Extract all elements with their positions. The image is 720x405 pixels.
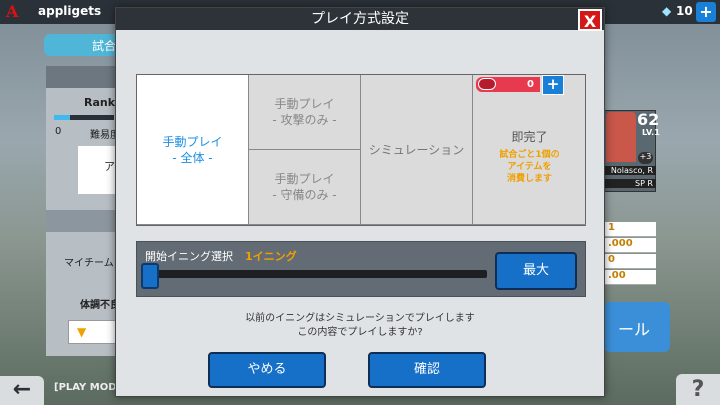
mode-quick-complete[interactable]: 即完了 試合ごと1個の アイテムを 消費します [473,75,586,225]
inning-slider-handle[interactable] [141,263,159,289]
mode-label: 即完了 [511,129,548,144]
play-mode-dialog: プレイ方式設定 X 手動プレイ - 全体 - 手動プレイ - 攻撃のみ - 手動… [115,7,605,397]
close-button[interactable]: X [578,9,602,31]
username: appligets [38,4,102,18]
bg-stat-row: .000 [604,238,656,253]
player-card-name: Nolasco, R [604,166,656,175]
quick-note-1: 試合ごと1個の [499,149,560,160]
inning-selector: 開始イニング選択 1イニング 最大 [136,241,586,297]
diamond-icon: ◆ [662,4,672,18]
inning-value: 1イニング [245,250,297,263]
gem-count: 10 [676,4,693,18]
dropdown-arrow-icon: ▼ [77,325,87,339]
confirm-message: 以前のイニングはシミュレーションでプレイします この内容でプレイしますか? [116,312,604,340]
quick-note-2: アイテムを [507,161,552,172]
bg-whitebox-text: ア [104,160,115,173]
inning-slider-track[interactable] [145,270,487,278]
confirm-button[interactable]: 確認 [368,352,486,388]
bg-stat-row: .00 [604,270,656,285]
dialog-title: プレイ方式設定 [311,11,409,27]
mode-sublabel: - 攻撃のみ - [272,113,337,127]
mode-label: 手動プレイ [274,97,335,111]
mode-label: 手動プレイ [162,134,223,149]
mode-label: シミュレーション [368,142,465,157]
mode-manual-defense[interactable]: 手動プレイ - 守備のみ - [249,150,361,225]
inning-label: 開始イニング選択 [145,250,233,263]
bg-stat-row: 1 [604,222,656,237]
player-card-number: 62 [637,110,660,129]
help-button[interactable]: ? [676,374,720,405]
mode-sublabel: - 全体 - [172,150,213,165]
back-arrow-icon[interactable]: ← [0,376,44,405]
cancel-button[interactable]: やめる [208,352,326,388]
mode-manual-all[interactable]: 手動プレイ - 全体 - [137,75,249,225]
bg-left-header [46,66,120,88]
player-card-position: SP R [604,179,656,188]
quick-note-3: 消費します [506,173,552,184]
play-mode-grid: 手動プレイ - 全体 - 手動プレイ - 攻撃のみ - 手動プレイ - 守備のみ… [136,74,586,226]
bg-stat-row: 0 [604,254,656,269]
bg-myteam-label: マイチーム [64,258,114,269]
confirm-line-1: 以前のイニングはシミュレーションでプレイします [245,313,475,324]
player-portrait [606,112,636,162]
mode-simulation[interactable]: シミュレーション [361,75,473,225]
ticket-icon [478,78,496,90]
bg-rank-bar-fill [54,115,70,120]
bg-big-button[interactable]: ール [604,302,670,352]
bg-rank-start: 0 [55,126,62,137]
add-gems-button[interactable]: + [696,2,716,22]
ticket-counter: 0 + [476,75,566,95]
mode-sublabel: - 守備のみ - [272,188,337,202]
bg-dropdown[interactable] [68,320,120,344]
player-card-plus: +3 [638,152,653,164]
add-ticket-button[interactable]: + [542,75,564,95]
bg-tab[interactable]: 試合 [44,34,120,56]
bg-left-strip [46,210,120,232]
player-card-level: LV.1 [642,128,660,137]
team-logo: A [6,2,19,21]
confirm-line-2: この内容でプレイしますか? [297,327,423,338]
mode-label: 手動プレイ [274,172,335,186]
dialog-header: プレイ方式設定 X [116,8,604,31]
bg-condition-label: 体調不良 [80,300,120,311]
max-inning-button[interactable]: 最大 [495,252,577,290]
mode-manual-attack[interactable]: 手動プレイ - 攻撃のみ - [249,75,361,150]
